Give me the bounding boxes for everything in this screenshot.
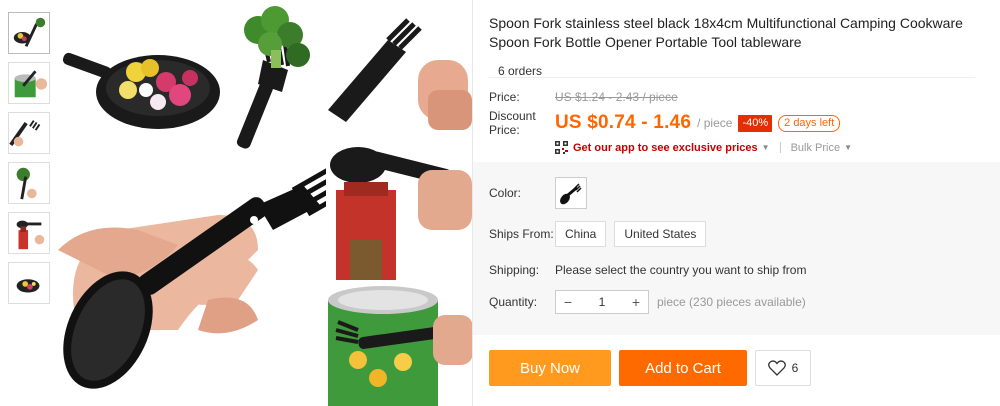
discount-price-label-line-2: Price:	[489, 123, 520, 137]
shipping-text: Please select the country you want to sh…	[555, 263, 807, 277]
color-row: Color:	[489, 177, 587, 209]
color-label: Color:	[489, 186, 522, 200]
heart-icon	[767, 360, 786, 376]
ships-from-china[interactable]: China	[555, 221, 607, 247]
discount-price-label: Discount Price:	[489, 109, 555, 137]
thumbnail-5[interactable]	[8, 212, 50, 254]
quantity-row: Quantity: − 1 + piece (230 pieces availa…	[489, 290, 806, 314]
quantity-stepper: − 1 +	[555, 290, 649, 314]
add-to-cart-button[interactable]: Add to Cart	[619, 350, 747, 386]
app-promo-link[interactable]: Get our app to see exclusive prices ▼	[555, 141, 770, 154]
bulk-price-label: Bulk Price	[790, 141, 841, 154]
discount-price-label-line-1: Discount	[489, 109, 536, 123]
divider	[489, 77, 975, 78]
quantity-label: Quantity:	[489, 295, 538, 309]
original-price: US $1.24 - 2.43 / piece	[555, 90, 678, 104]
separator	[779, 142, 781, 153]
days-left-badge: 2 days left	[778, 114, 841, 132]
quantity-availability: piece (230 pieces available)	[657, 295, 806, 309]
discount-badge: -40%	[738, 114, 773, 132]
quantity-decrease-button[interactable]: −	[556, 291, 580, 313]
thumbnail-list	[8, 12, 52, 312]
chevron-down-icon: ▼	[844, 143, 853, 152]
bulk-price-dropdown[interactable]: Bulk Price ▼	[791, 142, 852, 154]
buy-now-button[interactable]: Buy Now	[489, 350, 611, 386]
thumbnail-4[interactable]	[8, 162, 50, 204]
thumbnail-2[interactable]	[8, 62, 50, 104]
action-buttons: Buy Now Add to Cart 6	[489, 350, 811, 386]
ships-from-row: Ships From: China United States	[489, 221, 714, 247]
qr-code-icon	[555, 141, 568, 154]
quantity-increase-button[interactable]: +	[624, 291, 648, 313]
main-product-image[interactable]	[58, 0, 472, 406]
price-label: Price:	[489, 90, 520, 104]
ships-from-label: Ships From:	[489, 227, 554, 241]
spork-icon	[560, 183, 582, 205]
product-info: Spoon Fork stainless steel black 18x4cm …	[489, 14, 979, 80]
price-block: Price: US $1.24 - 2.43 / piece Discount …	[489, 90, 975, 154]
thumbnail-3[interactable]	[8, 112, 50, 154]
chevron-down-icon: ▼	[761, 143, 770, 152]
wishlist-button[interactable]: 6	[755, 350, 811, 386]
shipping-row: Shipping: Please select the country you …	[489, 263, 806, 277]
quantity-input[interactable]: 1	[580, 295, 624, 309]
app-promo-row: Get our app to see exclusive prices ▼ Bu…	[555, 141, 975, 154]
image-bottle-opener	[326, 138, 472, 280]
per-piece: / piece	[697, 116, 733, 130]
color-swatch-black[interactable]	[555, 177, 587, 209]
wishlist-count: 6	[791, 361, 799, 375]
product-title: Spoon Fork stainless steel black 18x4cm …	[489, 15, 963, 50]
shipping-label: Shipping:	[489, 263, 540, 277]
image-can-opener	[326, 286, 472, 406]
thumbnail-1[interactable]	[8, 12, 50, 54]
discount-price: US $0.74 - 1.46	[555, 112, 692, 133]
options-panel: Color: Ships From: China United States S…	[473, 162, 1000, 335]
app-promo-text: Get our app to see exclusive prices	[573, 141, 758, 154]
thumbnail-6[interactable]	[8, 262, 50, 304]
ships-from-united-states[interactable]: United States	[614, 221, 707, 247]
